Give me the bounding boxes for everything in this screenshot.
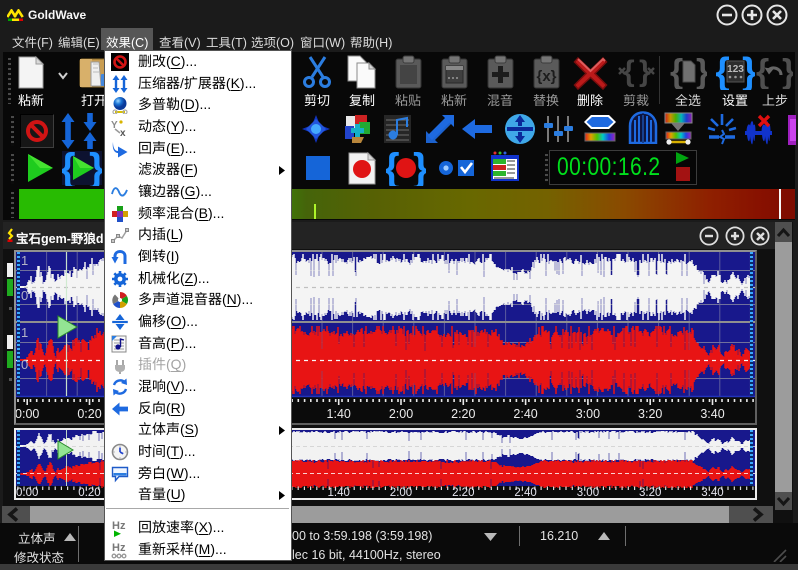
svg-text:0: 0	[21, 288, 28, 303]
svg-text:3:00: 3:00	[576, 407, 600, 421]
svg-text:{: {	[756, 55, 769, 89]
svg-text:}: }	[696, 55, 707, 89]
svg-text:3:40: 3:40	[700, 407, 724, 421]
svg-text:Hz: Hz	[112, 542, 126, 554]
svg-text:}: }	[782, 55, 793, 89]
svg-text:3:20: 3:20	[639, 487, 661, 498]
svg-text:0: 0	[21, 357, 28, 372]
svg-text:2:40: 2:40	[514, 487, 536, 498]
svg-text:3:00: 3:00	[577, 487, 599, 498]
svg-text:2:00: 2:00	[389, 407, 413, 421]
svg-text:1: 1	[21, 253, 28, 268]
svg-text:x: x	[120, 128, 126, 136]
svg-text:{: {	[623, 55, 635, 88]
svg-text:0:20: 0:20	[78, 487, 100, 498]
svg-text:0:20: 0:20	[77, 407, 101, 421]
svg-text:2:20: 2:20	[452, 487, 474, 498]
svg-text:{x}: {x}	[536, 68, 556, 85]
svg-text:123: 123	[727, 64, 744, 75]
svg-text:{: {	[670, 55, 683, 89]
svg-text:2:00: 2:00	[390, 487, 412, 498]
svg-text:1:40: 1:40	[328, 487, 350, 498]
svg-text:0:00: 0:00	[16, 407, 39, 421]
svg-text:Hz: Hz	[112, 520, 126, 532]
svg-text:Y: Y	[111, 120, 118, 131]
svg-text:2:40: 2:40	[513, 407, 537, 421]
svg-text:0:00: 0:00	[16, 487, 38, 498]
svg-text:1: 1	[21, 325, 28, 340]
svg-text:3:40: 3:40	[701, 487, 723, 498]
svg-text:3:20: 3:20	[638, 407, 662, 421]
svg-text:1:40: 1:40	[327, 407, 351, 421]
svg-text:2:20: 2:20	[451, 407, 475, 421]
